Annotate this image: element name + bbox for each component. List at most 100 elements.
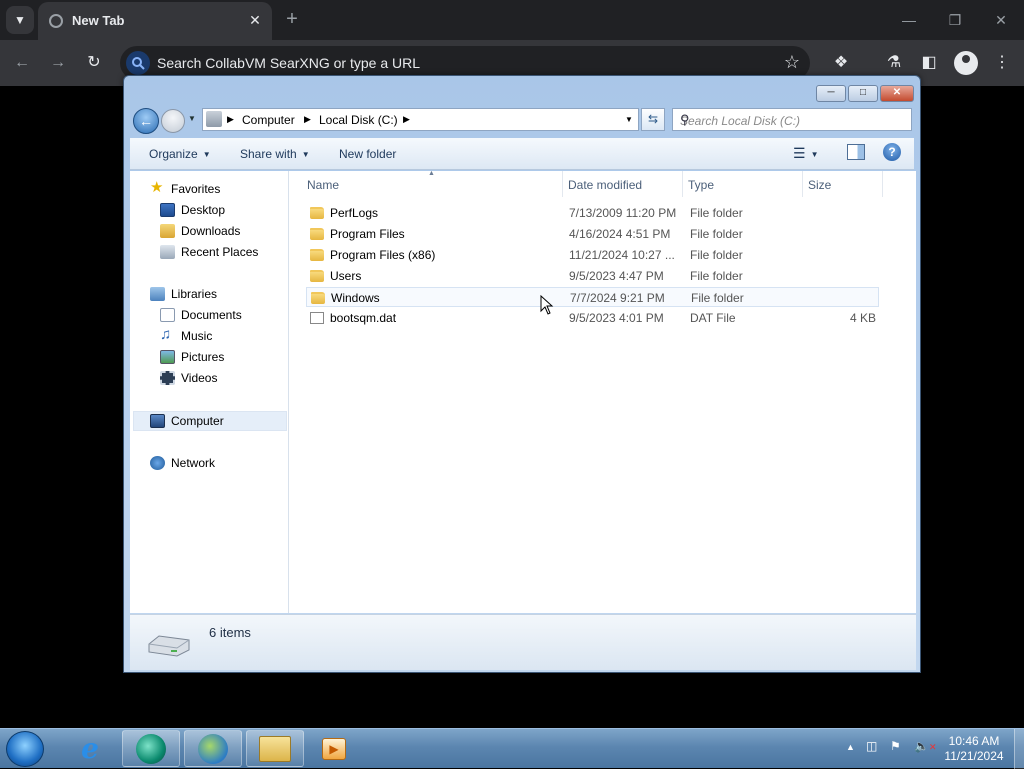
browser-tab-bar: ▼ New Tab ✕ + — ❐ ✕ <box>0 0 1024 40</box>
breadcrumb-arrow-icon[interactable]: ▶ <box>403 114 410 125</box>
file-row-bootsqm[interactable]: bootsqm.dat 9/5/2023 4:01 PM DAT File 4 … <box>306 308 879 328</box>
start-button[interactable] <box>6 731 44 767</box>
desktop-icon <box>160 203 175 217</box>
column-header-name[interactable]: Name <box>307 178 339 192</box>
view-options-icon[interactable]: ☰ ▼ <box>793 145 818 162</box>
nav-label: Downloads <box>181 224 241 238</box>
restore-button[interactable]: ❐ <box>944 10 966 30</box>
sort-ascending-icon: ▲ <box>428 170 435 177</box>
nav-label: Videos <box>181 371 218 385</box>
tab-close-icon[interactable]: ✕ <box>246 11 264 29</box>
explorer-address-bar[interactable]: ▶ Computer ▶ Local Disk (C:) ▶ ▼ <box>202 108 639 131</box>
explorer-window: ─ □ ✕ ← ▼ ▶ Computer ▶ Local Disk (C:) ▶… <box>123 75 921 673</box>
nav-label: Documents <box>181 308 242 322</box>
file-date: 4/16/2024 4:51 PM <box>569 227 671 241</box>
folder-icon <box>259 735 291 762</box>
column-divider[interactable] <box>682 171 683 197</box>
column-header-type[interactable]: Type <box>688 178 714 192</box>
file-size: 4 KB <box>850 311 877 325</box>
profile-avatar[interactable] <box>954 51 978 75</box>
file-list-pane: ▲ Name Date modified Type Size PerfLogs … <box>290 170 916 613</box>
browser-tab[interactable]: New Tab ✕ <box>38 2 272 40</box>
share-with-menu[interactable]: Share with ▼ <box>240 147 310 161</box>
file-row-program-files-x86[interactable]: Program Files (x86) 11/21/2024 10:27 ...… <box>306 245 879 265</box>
labs-flask-icon[interactable]: ⚗ <box>883 52 905 74</box>
pictures-icon <box>160 350 175 364</box>
item-count: 6 items <box>209 625 251 640</box>
file-row-windows[interactable]: Windows 7/7/2024 9:21 PM File folder <box>306 287 879 307</box>
column-header-date[interactable]: Date modified <box>568 178 642 192</box>
taskbar-download-manager-button[interactable] <box>184 730 242 767</box>
explorer-close-button[interactable]: ✕ <box>880 85 914 102</box>
network-tray-icon[interactable]: ◫ <box>866 739 877 753</box>
internet-explorer-icon[interactable]: e <box>74 733 106 765</box>
back-button[interactable]: ← <box>12 53 32 73</box>
refresh-button[interactable]: ⇆ <box>641 108 665 131</box>
close-window-button[interactable]: ✕ <box>990 10 1012 30</box>
nav-label: Computer <box>171 414 224 428</box>
folder-icon <box>310 270 324 282</box>
explorer-maximize-button[interactable]: □ <box>848 85 878 102</box>
minimize-button[interactable]: — <box>898 10 920 30</box>
breadcrumb-local-disk[interactable]: Local Disk (C:) <box>319 113 398 127</box>
clock-time: 10:46 AM <box>948 734 1000 748</box>
volume-muted-icon[interactable]: 🔈✕ <box>914 739 937 753</box>
file-name: PerfLogs <box>330 206 379 220</box>
drive-icon <box>206 111 222 127</box>
breadcrumb-arrow-icon[interactable]: ▶ <box>227 114 234 125</box>
help-icon[interactable]: ? <box>883 143 901 161</box>
taskbar-browser-button[interactable] <box>122 730 180 767</box>
column-divider[interactable] <box>562 171 563 197</box>
system-clock[interactable]: 10:46 AM 11/21/2024 <box>938 734 1010 764</box>
file-date: 9/5/2023 4:01 PM <box>569 311 664 325</box>
taskbar-explorer-button[interactable] <box>246 730 304 767</box>
explorer-search-input[interactable]: Search Local Disk (C:) ⚲ <box>672 108 912 131</box>
explorer-forward-button[interactable] <box>161 109 185 133</box>
hard-drive-icon <box>148 635 190 657</box>
file-row-users[interactable]: Users 9/5/2023 4:47 PM File folder <box>306 266 879 286</box>
reload-button[interactable]: ↻ <box>84 53 104 73</box>
explorer-back-button[interactable]: ← <box>133 108 159 134</box>
organize-menu[interactable]: Organize ▼ <box>149 147 211 161</box>
chevron-down-icon: ▼ <box>14 13 26 27</box>
tab-title: New Tab <box>72 13 125 28</box>
side-panel-icon[interactable]: ◧ <box>918 52 940 74</box>
media-player-icon[interactable]: ▶ <box>322 738 346 760</box>
star-icon: ★ <box>150 179 164 196</box>
clock-date: 11/21/2024 <box>944 749 1004 763</box>
forward-button[interactable]: → <box>48 53 68 73</box>
recent-places-icon <box>160 245 175 259</box>
explorer-minimize-button[interactable]: ─ <box>816 85 846 102</box>
file-type: File folder <box>690 248 743 262</box>
dropdown-arrow-icon: ▼ <box>202 150 211 160</box>
column-divider[interactable] <box>882 171 883 197</box>
bookmark-star-icon[interactable]: ☆ <box>784 52 800 73</box>
new-folder-button[interactable]: New folder <box>339 147 396 161</box>
breadcrumb-computer[interactable]: Computer <box>242 113 295 127</box>
address-history-dropdown-icon[interactable]: ▼ <box>625 115 633 124</box>
file-type: File folder <box>690 269 743 283</box>
file-row-program-files[interactable]: Program Files 4/16/2024 4:51 PM File fol… <box>306 224 879 244</box>
file-date: 9/5/2023 4:47 PM <box>569 269 664 283</box>
column-header-size[interactable]: Size <box>808 178 831 192</box>
file-name: Program Files (x86) <box>330 248 436 262</box>
menu-kebab-icon[interactable]: ⋮ <box>991 52 1013 74</box>
new-tab-button[interactable]: + <box>282 8 302 30</box>
file-date: 7/7/2024 9:21 PM <box>570 291 665 305</box>
column-divider[interactable] <box>802 171 803 197</box>
preview-pane-icon[interactable] <box>847 144 865 160</box>
tab-search-button[interactable]: ▼ <box>6 6 34 34</box>
file-name: Users <box>330 269 362 283</box>
search-icon[interactable]: ⚲ <box>680 112 907 128</box>
folder-icon <box>310 249 324 261</box>
breadcrumb-arrow-icon[interactable]: ▶ <box>304 114 311 125</box>
documents-icon <box>160 308 175 322</box>
file-row-perflogs[interactable]: PerfLogs 7/13/2009 11:20 PM File folder <box>306 203 879 223</box>
extensions-icon[interactable]: ❖ <box>830 52 852 74</box>
show-desktop-button[interactable] <box>1014 729 1024 769</box>
action-center-flag-icon[interactable]: ⚑ <box>890 739 901 753</box>
file-type: DAT File <box>690 311 736 325</box>
recent-pages-dropdown-icon[interactable]: ▼ <box>188 114 196 123</box>
show-hidden-icons-icon[interactable]: ▲ <box>846 742 855 752</box>
share-with-label: Share with <box>240 147 297 161</box>
